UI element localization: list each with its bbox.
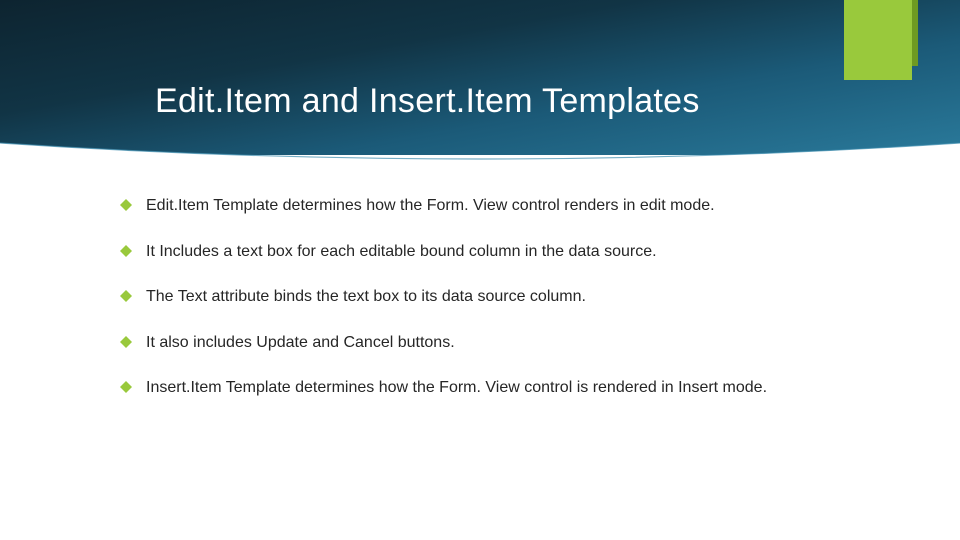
list-item: Edit.Item Template determines how the Fo… xyxy=(120,195,850,217)
slide: Edit.Item and Insert.Item Templates Edit… xyxy=(0,0,960,540)
bullet-text: Insert.Item Template determines how the … xyxy=(146,377,850,399)
bullet-text: It Includes a text box for each editable… xyxy=(146,241,850,263)
list-item: Insert.Item Template determines how the … xyxy=(120,377,850,399)
content-area: Edit.Item Template determines how the Fo… xyxy=(120,195,850,423)
diamond-bullet-icon xyxy=(120,290,132,302)
diamond-bullet-icon xyxy=(120,245,132,257)
header-band xyxy=(0,0,960,155)
bullet-text: It also includes Update and Cancel butto… xyxy=(146,332,850,354)
accent-tab xyxy=(844,0,912,80)
list-item: It also includes Update and Cancel butto… xyxy=(120,332,850,354)
slide-title: Edit.Item and Insert.Item Templates xyxy=(155,82,700,121)
diamond-bullet-icon xyxy=(120,381,132,393)
diamond-bullet-icon xyxy=(120,336,132,348)
list-item: The Text attribute binds the text box to… xyxy=(120,286,850,308)
diamond-bullet-icon xyxy=(120,199,132,211)
bullet-text: Edit.Item Template determines how the Fo… xyxy=(146,195,850,217)
bullet-text: The Text attribute binds the text box to… xyxy=(146,286,850,308)
list-item: It Includes a text box for each editable… xyxy=(120,241,850,263)
